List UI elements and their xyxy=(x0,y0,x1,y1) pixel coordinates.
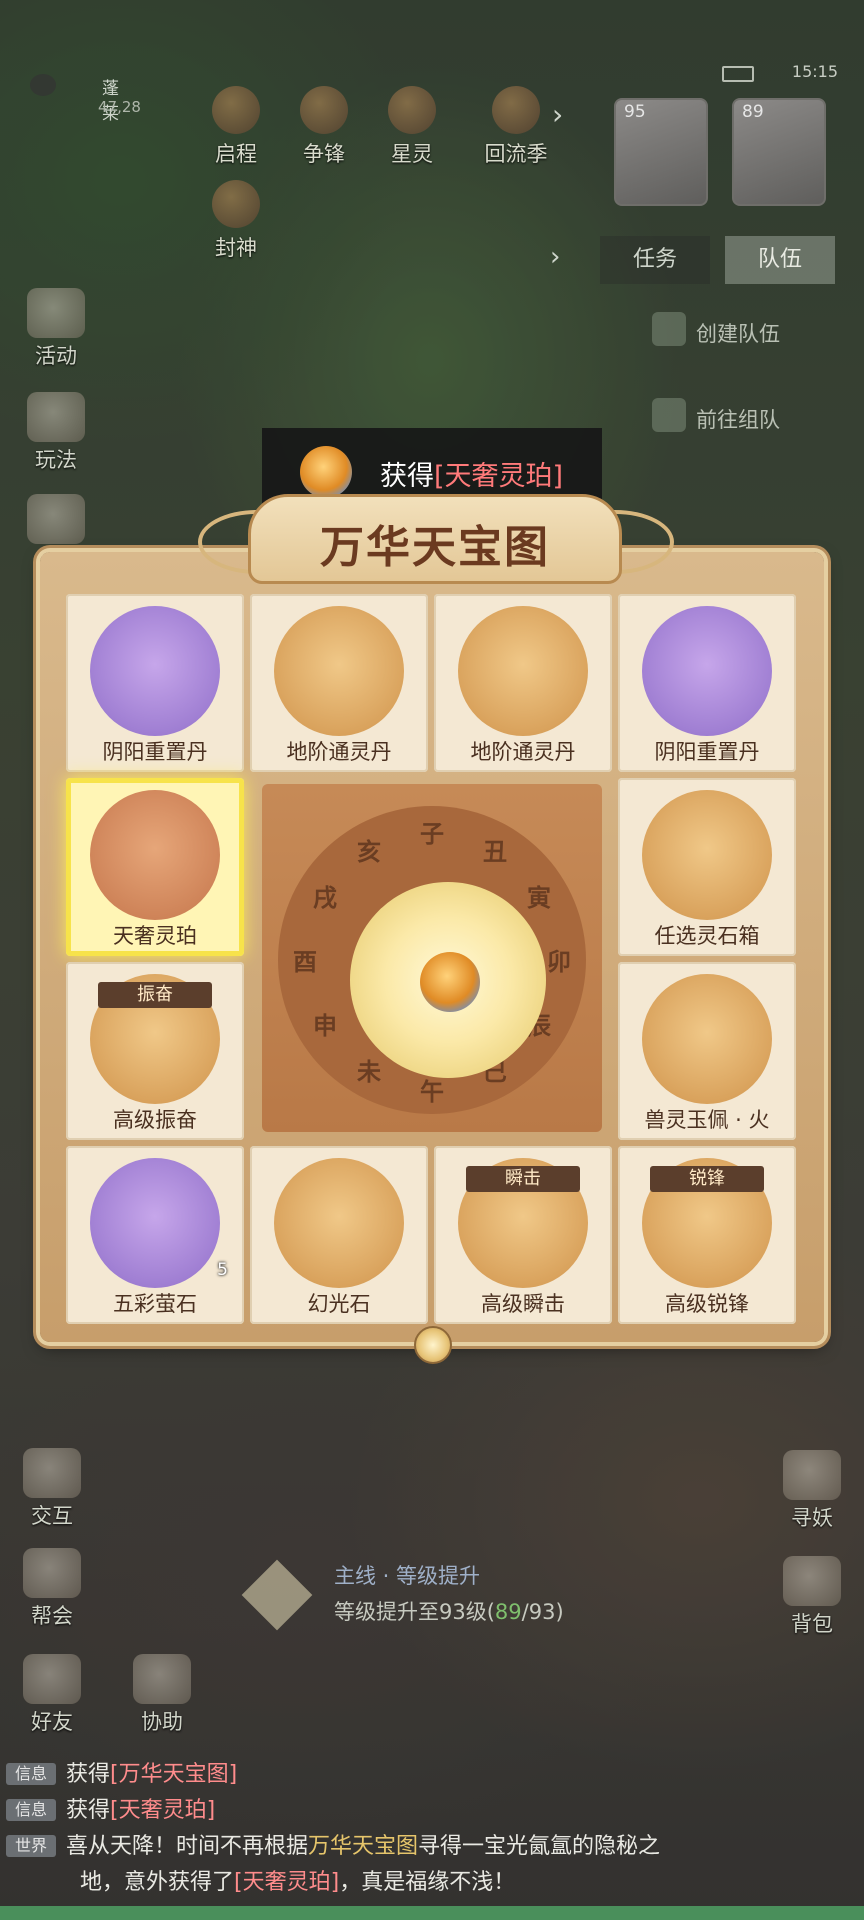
item-banner: 锐锋 xyxy=(650,1166,764,1192)
reward-cell[interactable]: 5 五彩萤石 xyxy=(66,1146,244,1324)
reward-cell[interactable]: 兽灵玉佩 · 火 xyxy=(618,962,796,1140)
amber-gem-icon xyxy=(90,790,220,920)
party-member-portrait[interactable]: 89 xyxy=(732,98,826,206)
gold-pill-icon xyxy=(274,606,404,736)
nav-zhengfeng[interactable]: 争锋 xyxy=(284,86,364,168)
nav-expand-chevron-icon[interactable]: › xyxy=(552,98,563,131)
nav-huiliuji[interactable]: 回流季 xyxy=(466,86,566,168)
reward-cell[interactable]: 地阶通灵丹 xyxy=(250,594,428,772)
fire-jade-icon xyxy=(642,974,772,1104)
location-coords: 47,28 xyxy=(98,98,141,116)
tab-team[interactable]: 队伍 xyxy=(725,236,835,284)
quest-icon xyxy=(241,1559,313,1631)
fengshen-icon xyxy=(212,180,260,228)
chat-line[interactable]: 地，意外获得了[天奢灵珀]，真是福缘不浅！ xyxy=(80,1864,515,1896)
bottom-bar xyxy=(0,1906,864,1920)
zodiac-dial[interactable]: 子 丑 寅 卯 辰 巳 午 未 申 酉 戌 亥 xyxy=(262,784,602,1132)
bag-icon xyxy=(783,1556,841,1606)
chat-channel-tag: 信息 xyxy=(6,1763,56,1785)
interact-icon xyxy=(23,1448,81,1498)
chat-channel-tag: 世界 xyxy=(6,1835,56,1857)
battery-icon xyxy=(722,66,754,82)
reward-cell[interactable]: 振奋 高级振奋 xyxy=(66,962,244,1140)
dial-glow-core xyxy=(350,882,546,1078)
location-indicator[interactable]: 蓬莱 47,28 xyxy=(20,70,141,140)
sidebar-item-bag[interactable]: 背包 xyxy=(770,1556,854,1638)
create-team-button[interactable]: 创建队伍 xyxy=(652,312,780,348)
sidebar-item-activity[interactable]: 活动 xyxy=(14,288,98,370)
tab-task[interactable]: 任务 xyxy=(600,236,710,284)
reward-cell[interactable]: 地阶通灵丹 xyxy=(434,594,612,772)
friends-icon xyxy=(23,1654,81,1704)
clock: 15:15 xyxy=(791,62,838,81)
assist-icon xyxy=(133,1654,191,1704)
sidebar-item-guild[interactable]: 帮会 xyxy=(10,1548,94,1630)
reward-cell[interactable]: 幻光石 xyxy=(250,1146,428,1324)
reward-cell[interactable]: 任选灵石箱 xyxy=(618,778,796,956)
reward-cell-selected[interactable]: 天奢灵珀 xyxy=(66,778,244,956)
sidebar-item-assist[interactable]: 协助 xyxy=(120,1654,204,1736)
chat-channel-tag: 信息 xyxy=(6,1799,56,1821)
amber-gem-icon xyxy=(300,446,352,498)
nav-xingling[interactable]: 星灵 xyxy=(372,86,452,168)
sidebar-item-friends[interactable]: 好友 xyxy=(10,1654,94,1736)
huiliuji-icon xyxy=(492,86,540,134)
gameplay-icon xyxy=(27,392,85,442)
reward-cell[interactable]: 瞬击 高级瞬击 xyxy=(434,1146,612,1324)
reward-cell[interactable]: 阴阳重置丹 xyxy=(66,594,244,772)
amber-gem-icon xyxy=(420,952,480,1012)
task-team-tabs: › 任务 队伍 xyxy=(550,236,850,284)
xingling-icon xyxy=(388,86,436,134)
panel-title-plaque: 万华天宝图 xyxy=(248,494,622,584)
add-user-icon xyxy=(652,398,686,432)
gift-box-icon xyxy=(642,790,772,920)
xunyao-icon xyxy=(783,1450,841,1500)
chat-line[interactable]: 世界 喜从天降！时间不再根据万华天宝图寻得一宝光氤氲的隐秘之 xyxy=(6,1828,660,1860)
sidebar-item-interact[interactable]: 交互 xyxy=(10,1448,94,1530)
purple-orb-icon xyxy=(642,606,772,736)
item-banner: 振奋 xyxy=(98,982,212,1008)
collapse-chevron-icon[interactable]: › xyxy=(550,242,560,272)
zodiac-ring: 子 丑 寅 卯 辰 巳 午 未 申 酉 戌 亥 xyxy=(278,806,586,1114)
item-banner: 瞬击 xyxy=(466,1166,580,1192)
crescent-stone-icon xyxy=(274,1158,404,1288)
nav-fengshen[interactable]: 封神 xyxy=(196,180,276,262)
map-pin-icon xyxy=(30,74,56,96)
quest-tracker[interactable]: 主线 · 等级提升 等级提升至93级(89/93) xyxy=(240,1556,620,1636)
crystal-icon xyxy=(90,1158,220,1288)
guild-icon xyxy=(23,1548,81,1598)
quest-title: 主线 · 等级提升 xyxy=(334,1564,481,1588)
gold-pill-icon xyxy=(458,606,588,736)
sidebar-item-xunyao[interactable]: 寻妖 xyxy=(770,1450,854,1532)
panel-bottom-ornament xyxy=(414,1326,452,1364)
item-count: 5 xyxy=(217,1260,228,1280)
party-member-portrait[interactable]: 95 xyxy=(614,98,708,206)
chat-line[interactable]: 信息 获得[天奢灵珀] xyxy=(6,1792,215,1824)
quest-desc: 等级提升至93级(89/93) xyxy=(334,1600,564,1624)
qicheng-icon xyxy=(212,86,260,134)
activity-icon xyxy=(27,288,85,338)
join-team-button[interactable]: 前往组队 xyxy=(652,398,780,434)
obtained-item-name: [天奢灵珀] xyxy=(434,461,564,492)
collection-icon xyxy=(27,494,85,544)
panel-title: 万华天宝图 xyxy=(320,522,550,573)
zhengfeng-icon xyxy=(300,86,348,134)
reward-cell[interactable]: 锐锋 高级锐锋 xyxy=(618,1146,796,1324)
sidebar-item-gameplay[interactable]: 玩法 xyxy=(14,392,98,474)
chat-line[interactable]: 信息 获得[万华天宝图] xyxy=(6,1756,237,1788)
flag-icon xyxy=(652,312,686,346)
reward-cell[interactable]: 阴阳重置丹 xyxy=(618,594,796,772)
purple-orb-icon xyxy=(90,606,220,736)
nav-qicheng[interactable]: 启程 xyxy=(196,86,276,168)
